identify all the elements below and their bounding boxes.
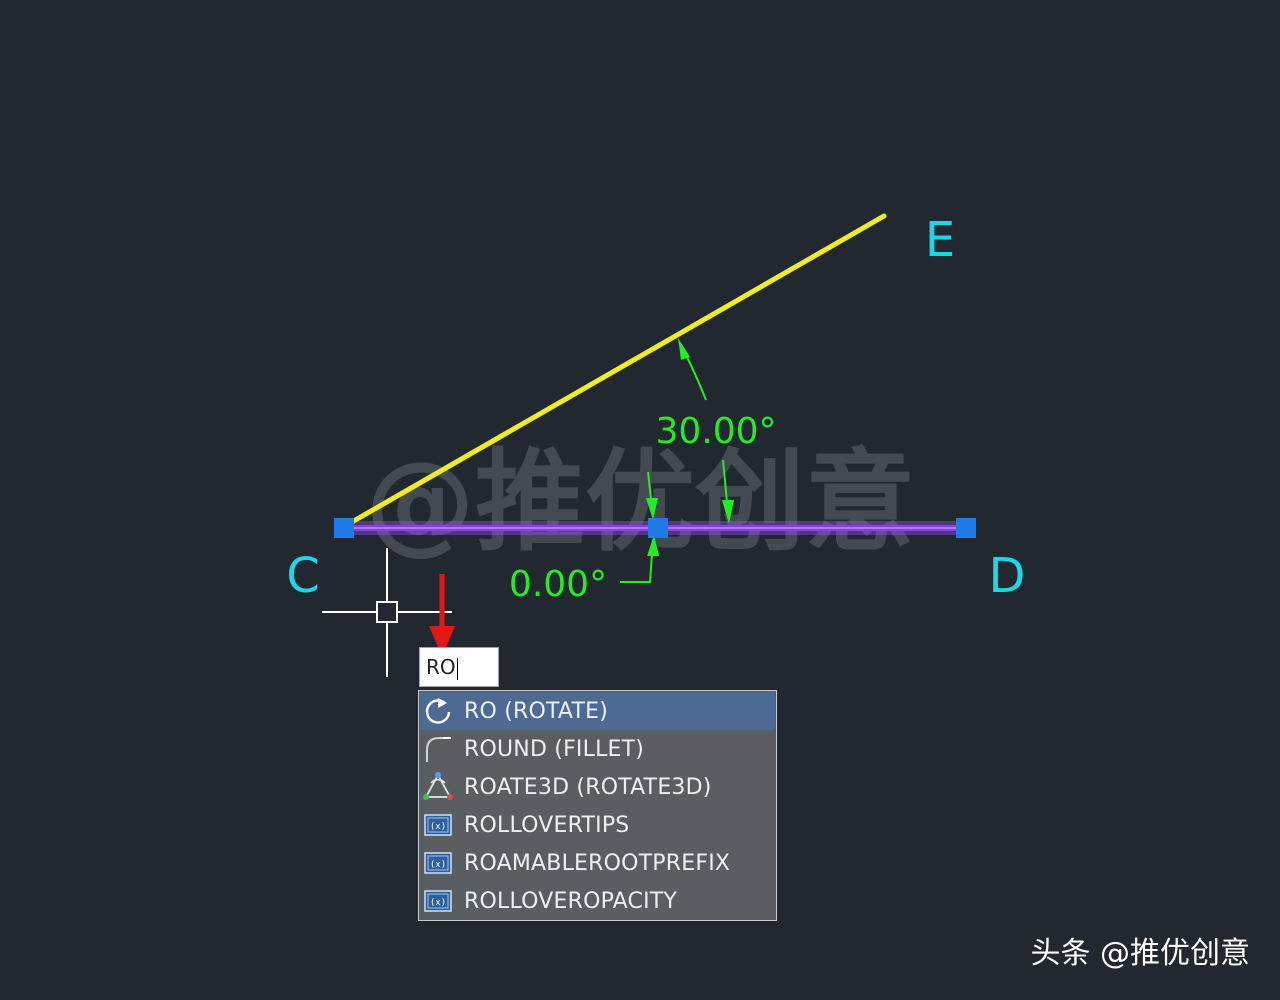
point-label-c: C [286,548,320,604]
suggestion-label: RO (ROTATE) [464,698,608,724]
command-input[interactable]: RO [419,647,499,687]
suggestion-rolloveropacity[interactable]: (x) ROLLOVEROPACITY [420,882,775,920]
suggestion-rollovertips[interactable]: (x) ROLLOVERTIPS [420,806,775,844]
command-input-value: RO [426,655,456,679]
suggestion-label: ROLLOVERTIPS [464,812,630,838]
svg-text:(x): (x) [430,822,446,832]
grip-c[interactable] [334,518,354,538]
grip-d[interactable] [956,518,976,538]
suggestion-label: ROATE3D (ROTATE3D) [464,774,712,800]
suggestion-fillet[interactable]: ROUND (FILLET) [420,730,775,768]
annotation-arrow-icon [429,574,455,656]
svg-text:(x): (x) [430,898,446,908]
angle-value-30: 30.00° [655,411,776,452]
svg-text:(x): (x) [430,860,446,870]
suggestion-roamablerootprefix[interactable]: (x) ROAMABLEROOTPREFIX [420,844,775,882]
system-variable-icon: (x) [420,806,456,844]
suggestion-label: ROUND (FILLET) [464,736,645,762]
text-caret [456,657,458,680]
system-variable-icon: (x) [420,882,456,920]
grip-midpoint[interactable] [648,518,668,538]
footer-watermark: 头条 @推优创意 [1030,936,1250,971]
angle-value-0: 0.00° [509,564,607,605]
suggestion-label: ROLLOVEROPACITY [464,888,678,914]
suggestion-rotate3d[interactable]: ROATE3D (ROTATE3D) [420,768,775,806]
suggestion-label: ROAMABLEROOTPREFIX [464,850,731,876]
point-label-e: E [925,212,955,268]
rotate-icon [420,692,456,730]
rotate3d-icon [420,768,456,806]
command-suggestion-list[interactable]: RO (ROTATE) ROUND (FILLET) ROATE3D (ROTA… [418,690,777,921]
suggestion-rotate[interactable]: RO (ROTATE) [420,692,775,730]
center-watermark: @推优创意 [365,438,915,566]
point-label-d: D [989,548,1026,604]
fillet-icon [420,730,456,768]
system-variable-icon: (x) [420,844,456,882]
